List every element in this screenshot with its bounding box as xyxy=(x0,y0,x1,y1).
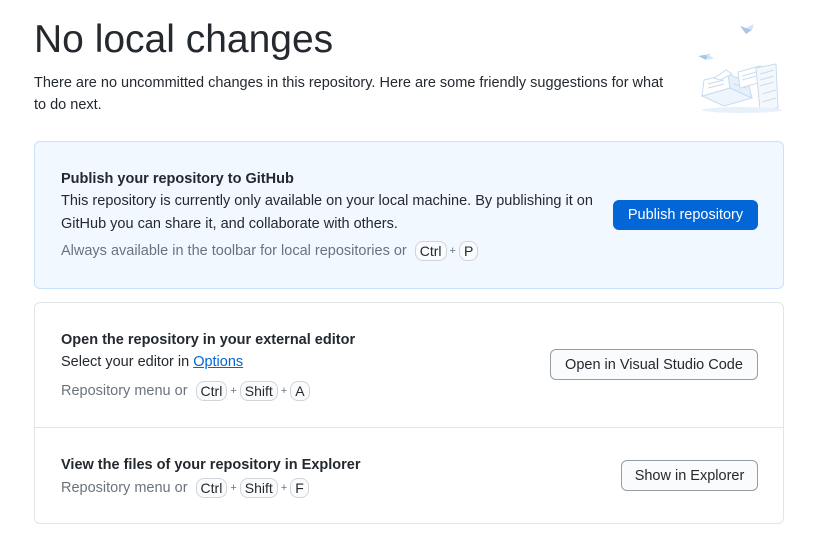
editor-row: Open the repository in your external edi… xyxy=(35,303,783,428)
editor-description: Select your editor in Options xyxy=(61,351,243,374)
publish-shortcut-hint: Always available in the toolbar for loca… xyxy=(61,241,479,261)
publish-repository-button[interactable]: Publish repository xyxy=(613,200,758,230)
options-link[interactable]: Options xyxy=(193,354,243,370)
intro-text: There are no uncommitted changes in this… xyxy=(34,75,664,113)
publish-heading: Publish your repository to GitHub xyxy=(61,171,294,187)
editor-hint-text: Repository menu or xyxy=(61,383,188,399)
page-title: No local changes xyxy=(34,18,334,61)
explorer-row: View the files of your repository in Exp… xyxy=(35,428,783,524)
kbd-ctrl: Ctrl xyxy=(195,381,228,401)
kbd-a: A xyxy=(290,381,310,401)
kbd-ctrl: Ctrl xyxy=(414,241,447,261)
publish-description: This repository is currently only availa… xyxy=(61,193,593,232)
kbd-f: F xyxy=(290,478,309,498)
explorer-shortcut-hint: Repository menu or Ctrl + Shift + F xyxy=(61,478,309,498)
suggestions-card: Open the repository in your external edi… xyxy=(34,302,784,524)
kbd-plus: + xyxy=(449,245,456,257)
kbd-plus: + xyxy=(280,385,288,397)
kbd-p: P xyxy=(458,241,479,261)
kbd-shift: Shift xyxy=(239,478,278,498)
kbd-plus: + xyxy=(230,385,237,397)
editor-description-text: Select your editor in xyxy=(61,354,190,370)
kbd-ctrl: Ctrl xyxy=(195,478,228,498)
paper-stack-illustration-icon xyxy=(698,24,782,113)
kbd-shift: Shift xyxy=(239,381,278,401)
editor-heading: Open the repository in your external edi… xyxy=(61,332,356,348)
open-in-vscode-button[interactable]: Open in Visual Studio Code xyxy=(550,349,758,380)
kbd-plus: + xyxy=(230,482,237,494)
publish-hint-text: Always available in the toolbar for loca… xyxy=(61,243,407,259)
editor-shortcut-hint: Repository menu or Ctrl + Shift + A xyxy=(61,381,310,401)
kbd-plus: + xyxy=(280,482,288,494)
publish-card: Publish your repository to GitHub This r… xyxy=(34,141,784,289)
explorer-hint-text: Repository menu or xyxy=(61,480,188,496)
explorer-heading: View the files of your repository in Exp… xyxy=(61,457,361,473)
show-in-explorer-button[interactable]: Show in Explorer xyxy=(621,460,758,491)
